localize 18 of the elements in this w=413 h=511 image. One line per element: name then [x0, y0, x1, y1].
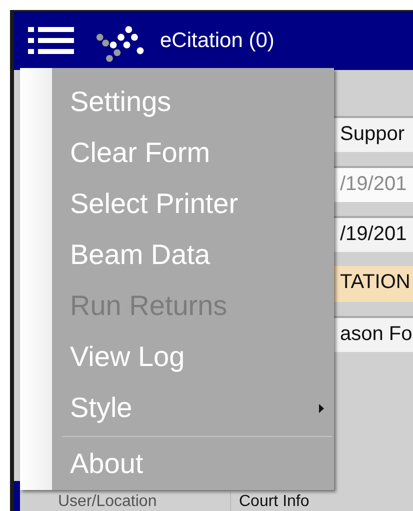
menu-item[interactable]: Clear Form	[52, 127, 334, 178]
nav-strip	[14, 481, 20, 511]
tab[interactable]: User/Location	[20, 492, 230, 511]
form-field[interactable]: /19/201	[334, 166, 413, 202]
menu-item[interactable]: Style	[52, 382, 334, 434]
form-field[interactable]: /19/201	[334, 216, 413, 252]
submenu-arrow-icon	[319, 404, 324, 413]
form-field: TATION	[334, 266, 413, 302]
form-field[interactable]: ason Fo	[334, 316, 413, 352]
form-field[interactable]: Suppor	[334, 116, 413, 152]
menu-item[interactable]: Beam Data	[52, 229, 334, 280]
window-title: eCitation (0)	[160, 29, 274, 53]
menu-icon[interactable]	[28, 25, 74, 57]
menu-item[interactable]: About	[52, 438, 334, 490]
tab[interactable]: Court Info	[230, 492, 310, 511]
menu-item[interactable]: Select Printer	[52, 178, 334, 230]
menu-item[interactable]: View Log	[52, 332, 334, 383]
menu-item[interactable]: Settings	[52, 76, 334, 128]
